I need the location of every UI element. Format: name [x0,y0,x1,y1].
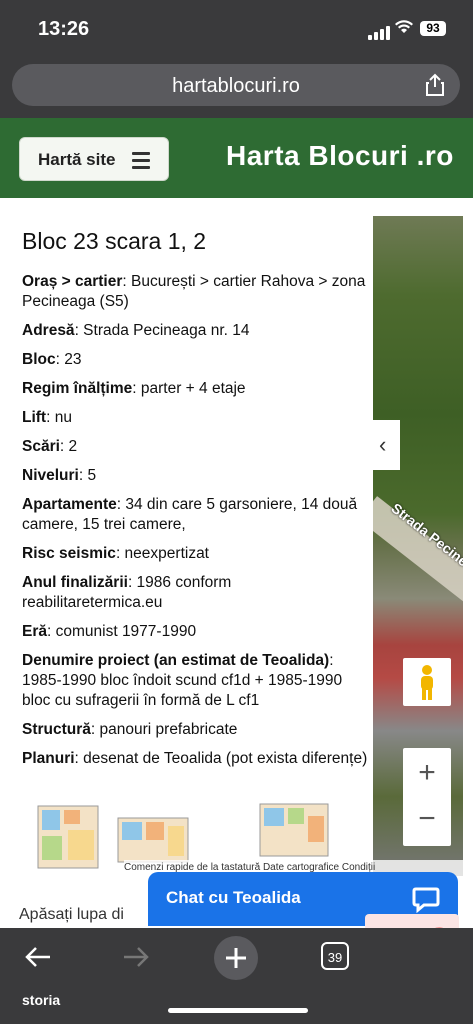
attribute-label: Eră [22,623,47,640]
attribute-row: Eră: comunist 1977-1990 [22,622,368,642]
address-bar[interactable]: hartablocuri.ro [12,64,460,106]
attribute-row: Regim înălțime: parter + 4 etaje [22,379,368,399]
attribute-label: Anul finalizării [22,574,128,591]
chevron-left-icon: ‹ [379,432,387,457]
site-header: Hartă site Harta Blocuri .ro [0,118,473,198]
attribute-row: Risc seismic: neexpertizat [22,544,368,564]
chat-bubble-icon [412,887,440,913]
attribute-row: Structură: panouri prefabricate [22,720,368,740]
attribute-row: Adresă: Strada Pecineaga nr. 14 [22,321,368,341]
block-attributes: Oraș > cartier: București > cartier Raho… [22,272,368,778]
attribute-value: : 23 [55,351,82,368]
attribute-label: Apartamente [22,496,117,513]
attribute-value: : parter + 4 etaje [132,380,246,397]
attribute-row: Scări: 2 [22,437,368,457]
hamburger-icon [132,152,150,173]
attribute-row: Lift: nu [22,408,368,428]
page-content: Strada Pecineaga Bloc 23 scara 1, 2 Oraș… [0,198,473,1008]
attribute-value: : desenat de Teoalida (pot exista difere… [74,750,368,767]
pegman-icon [421,665,433,700]
wifi-icon [395,20,413,33]
attribute-label: Bloc [22,351,56,368]
attribute-row: Planuri: desenat de Teoalida (pot exista… [22,749,368,769]
url-text: hartablocuri.ro [172,75,300,97]
attribute-row: Bloc: 23 [22,350,368,370]
attribute-value: : Strada Pecineaga nr. 14 [74,322,250,339]
site-menu-button[interactable]: Hartă site [19,137,169,181]
site-logo[interactable]: Harta Blocuri .ro [226,140,454,172]
attribute-label: Risc seismic [22,545,116,562]
attribute-value: : nu [46,409,72,426]
block-title: Bloc 23 scara 1, 2 [22,228,207,254]
attribute-value: : 2 [59,438,78,455]
tab-count-button[interactable]: 39 [321,942,349,970]
attribute-row: Denumire proiect (an estimat de Teoalida… [22,651,368,711]
attribute-row: Anul finalizării: 1986 conform reabilita… [22,573,368,613]
attribute-row: Oraș > cartier: București > cartier Raho… [22,272,368,312]
status-bar: 13:26 93 [0,0,473,60]
browser-toolbar: 39 storia [0,928,473,1024]
map-zoom-controls: + − [403,748,451,846]
home-indicator [168,1008,308,1013]
zoom-in-button[interactable]: + [403,756,451,790]
attribute-label: Scări [22,438,60,455]
back-arrow-icon[interactable] [22,942,54,972]
attribute-label: Structură [22,721,91,738]
plus-icon [226,948,246,968]
share-icon[interactable] [424,73,446,97]
attribute-value: : neexpertizat [115,545,209,562]
attribute-label: Regim înălțime [22,380,133,397]
attribute-label: Niveluri [22,467,79,484]
search-instructions: Apăsați lupa di [19,906,124,923]
browser-address-area: hartablocuri.ro [0,60,473,118]
attribute-value: : panouri prefabricate [90,721,238,738]
zoom-out-button[interactable]: − [403,802,451,836]
site-menu-label: Hartă site [38,150,116,169]
attribute-value: : 5 [78,467,97,484]
block-info-card: Bloc 23 scara 1, 2 Oraș > cartier: Bucur… [10,218,373,874]
new-tab-button[interactable] [214,936,258,980]
signal-icon [368,22,392,40]
attribute-value: : comunist 1977-1990 [47,623,197,640]
forward-arrow-icon[interactable] [120,942,152,972]
storia-label: storia [22,992,61,1008]
attribute-label: Denumire proiect (an estimat de Teoalida… [22,652,330,669]
attribute-row: Niveluri: 5 [22,466,368,486]
attribute-label: Lift [22,409,47,426]
attribute-row: Apartamente: 34 din care 5 garsoniere, 1… [22,495,368,535]
street-view-pegman[interactable] [403,658,451,706]
attribute-label: Oraș > cartier [22,273,123,290]
map-collapse-button[interactable]: ‹ [373,420,400,470]
battery-icon: 93 [420,21,446,36]
attribute-label: Planuri [22,750,75,767]
clock: 13:26 [38,18,90,40]
chat-label: Chat cu Teoalida [166,888,301,907]
attribute-label: Adresă [22,322,75,339]
